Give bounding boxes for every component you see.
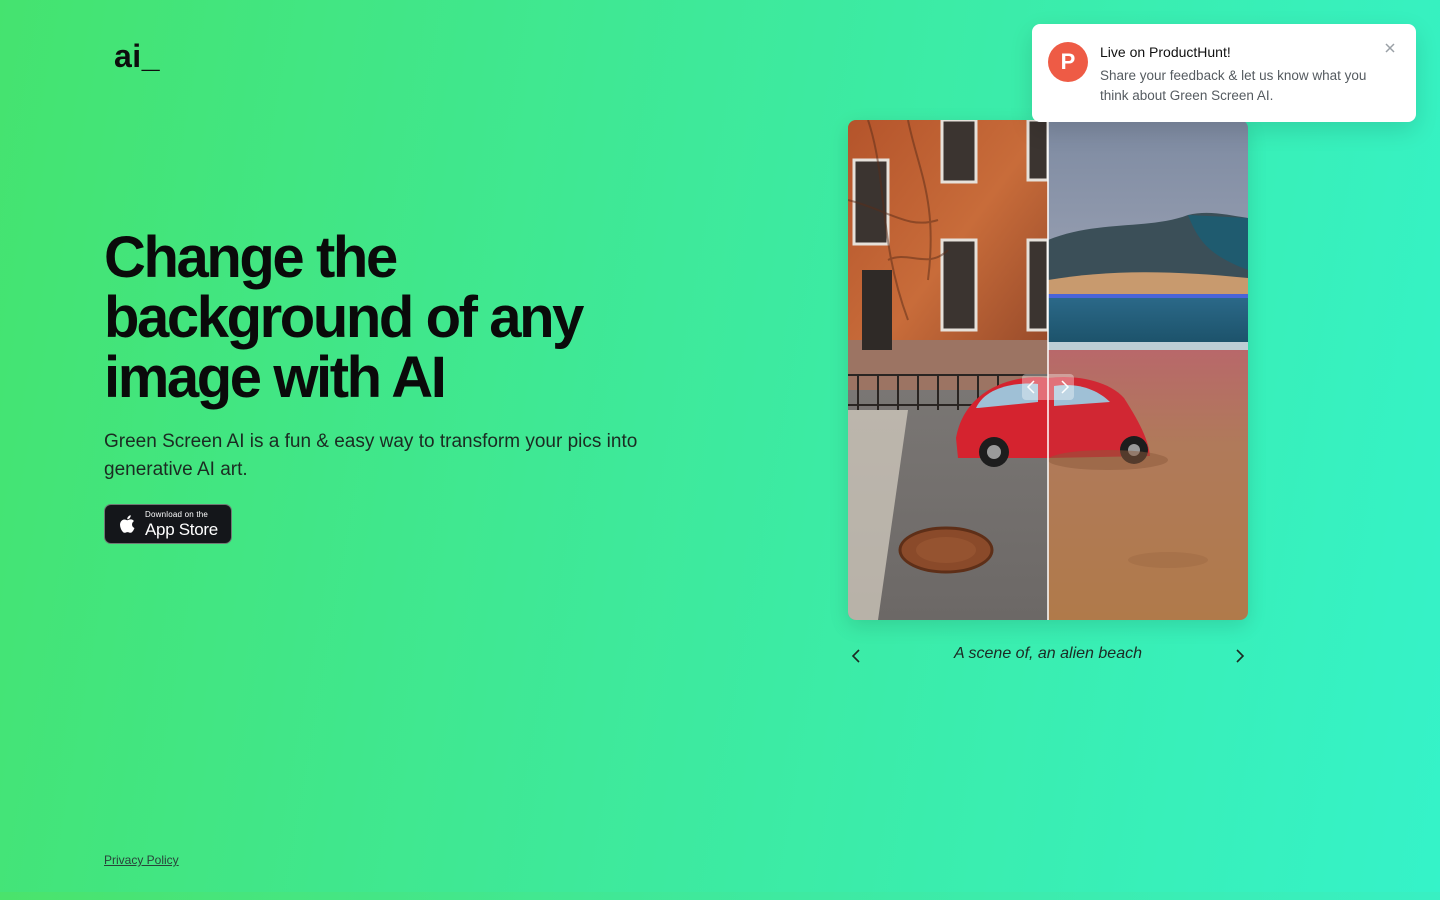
chevron-left-icon xyxy=(851,649,860,663)
app-store-label: App Store xyxy=(145,519,218,539)
bottom-strip xyxy=(0,892,1440,900)
compare-handle[interactable] xyxy=(1022,374,1074,400)
hero-subtitle: Green Screen AI is a fun & easy way to t… xyxy=(104,431,638,480)
logo[interactable]: ai_ xyxy=(114,38,160,75)
hero-title: Change the background of any image with … xyxy=(104,225,584,410)
carousel-caption: A scene of, an alien beach xyxy=(954,645,1142,662)
before-after-image[interactable] xyxy=(848,120,1248,620)
producthunt-logo-icon: P xyxy=(1048,42,1088,82)
close-icon[interactable] xyxy=(1382,40,1398,56)
app-store-small-label: Download on the xyxy=(145,509,209,519)
generated-photo xyxy=(1048,120,1248,620)
app-store-button[interactable]: Download on the App Store xyxy=(104,504,232,544)
privacy-policy-link[interactable]: Privacy Policy xyxy=(104,853,179,867)
producthunt-toast: P Live on ProductHunt! Share your feedba… xyxy=(1032,24,1416,122)
apple-icon xyxy=(120,515,135,533)
toast-title: Live on ProductHunt! xyxy=(1100,44,1231,60)
carousel-next-button[interactable] xyxy=(1228,644,1252,668)
carousel-prev-button[interactable] xyxy=(844,644,868,668)
original-photo xyxy=(848,120,1050,620)
toast-body: Share your feedback & let us know what y… xyxy=(1100,68,1367,103)
chevron-right-icon xyxy=(1236,649,1245,663)
